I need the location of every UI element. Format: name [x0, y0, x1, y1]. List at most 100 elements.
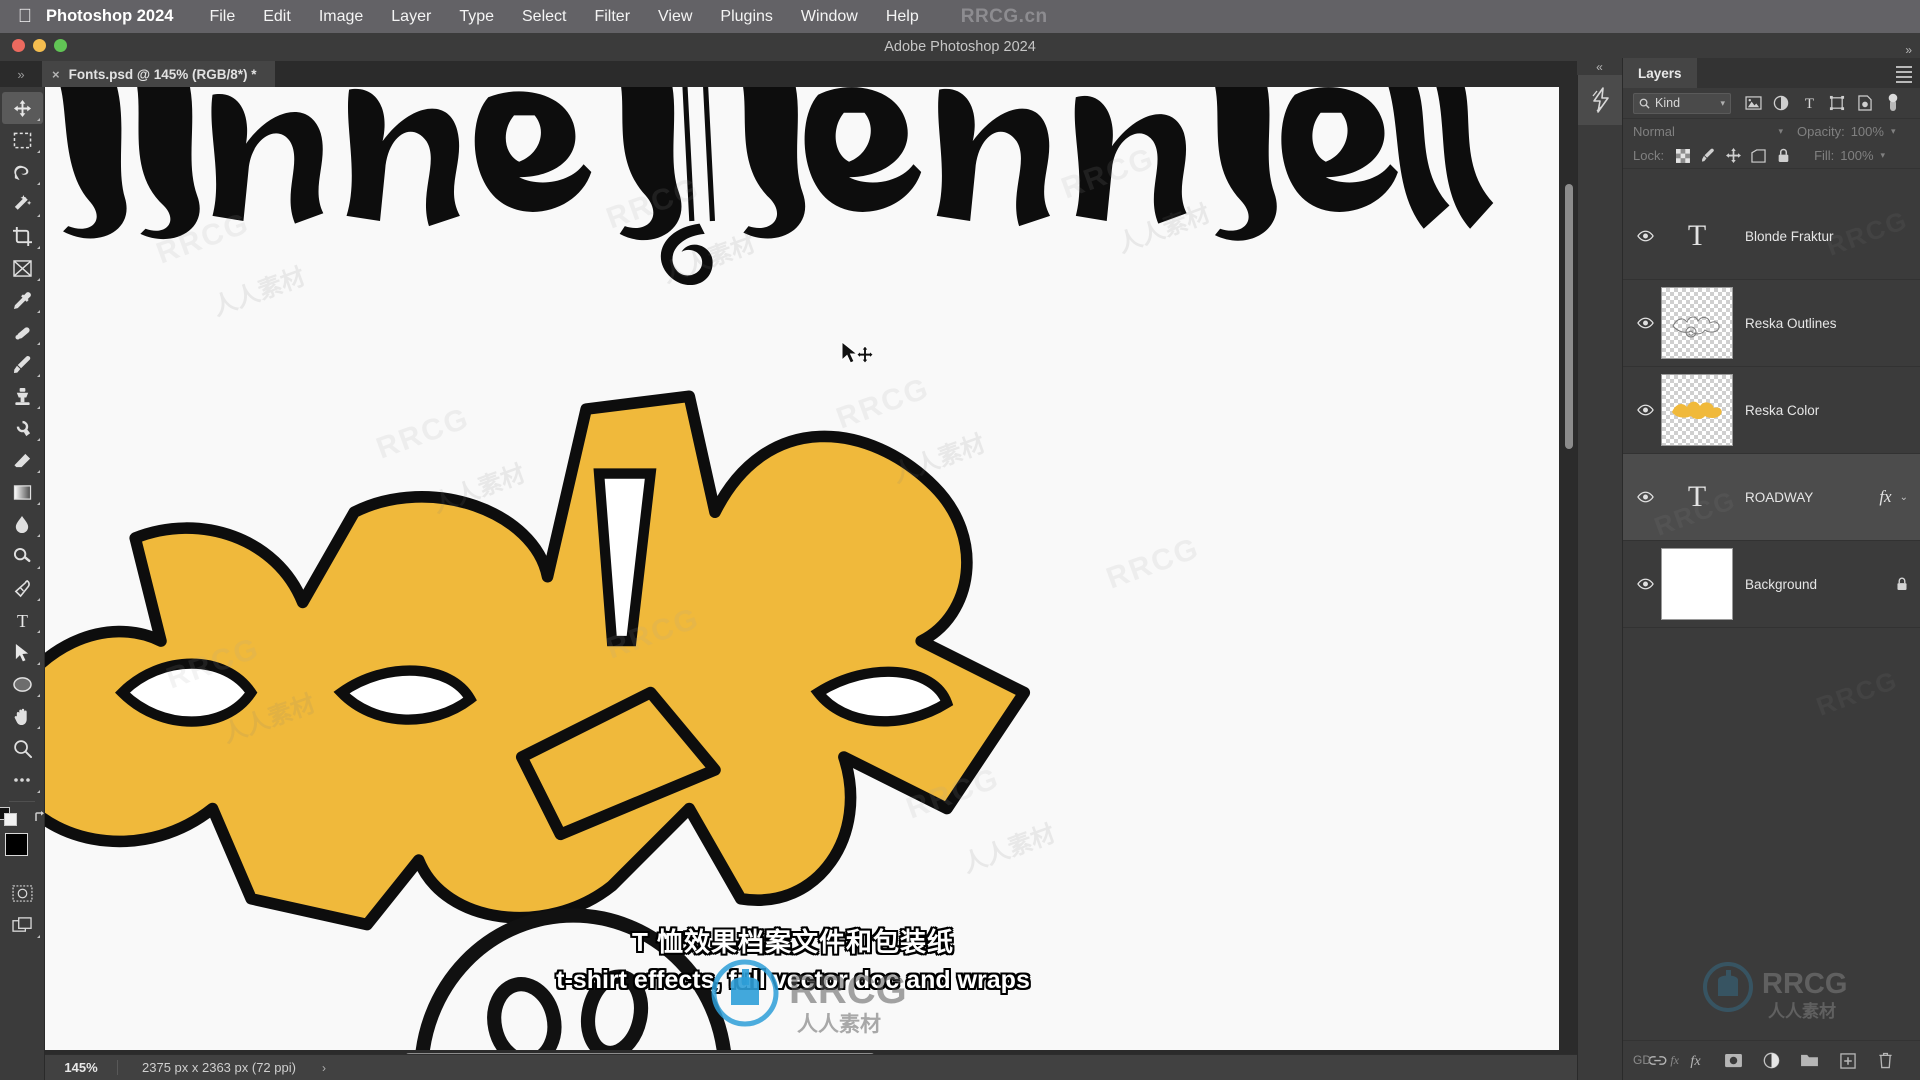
menu-filter[interactable]: Filter — [580, 8, 644, 26]
lock-transparent-pixels[interactable] — [1672, 146, 1694, 166]
menu-layer[interactable]: Layer — [377, 8, 445, 26]
magic-wand-tool[interactable] — [2, 188, 43, 220]
filter-smart-objects[interactable] — [1851, 91, 1879, 115]
blend-mode-select[interactable]: Normal ▾ — [1633, 124, 1783, 139]
delete-layer-button[interactable] — [1875, 1050, 1897, 1072]
layer-thumbnail[interactable]: T — [1661, 461, 1733, 533]
fx-icon[interactable]: fx — [1879, 487, 1891, 507]
filter-adjustment-layers[interactable] — [1767, 91, 1795, 115]
clone-stamp-tool[interactable] — [2, 380, 43, 412]
default-colors-icon[interactable] — [0, 807, 27, 826]
layer-name[interactable]: Reska Outlines — [1745, 316, 1837, 331]
new-adjustment-layer-button[interactable] — [1761, 1050, 1783, 1072]
tab-layers[interactable]: Layers — [1623, 58, 1697, 88]
new-group-button[interactable] — [1799, 1050, 1821, 1072]
move-tool[interactable] — [1, 92, 43, 124]
crop-tool[interactable] — [2, 220, 43, 252]
menu-select[interactable]: Select — [508, 8, 580, 26]
layer-row[interactable]: Background — [1623, 541, 1920, 628]
layer-visibility-toggle[interactable] — [1631, 317, 1659, 329]
menu-view[interactable]: View — [644, 8, 706, 26]
document-tab[interactable]: × Fonts.psd @ 145% (RGB/8*) * — [42, 61, 276, 87]
menu-edit[interactable]: Edit — [249, 8, 305, 26]
layer-row[interactable]: T Blonde Fraktur — [1623, 193, 1920, 280]
layer-name[interactable]: Blonde Fraktur — [1745, 229, 1834, 244]
chevron-down-icon[interactable]: ⌄ — [1900, 492, 1908, 503]
layer-visibility-toggle[interactable] — [1631, 578, 1659, 590]
document-canvas[interactable]: RRCG 人人素材 RRCG 人人素材 RRCG 人人素材 RRCG 人人素材 … — [45, 87, 1559, 1050]
layer-thumbnail[interactable] — [1661, 548, 1733, 620]
layer-style-button[interactable]: fx — [1685, 1050, 1707, 1072]
close-button[interactable] — [12, 39, 25, 52]
filter-pixel-layers[interactable] — [1739, 91, 1767, 115]
layer-name[interactable]: Background — [1745, 577, 1817, 592]
edit-toolbar-button[interactable] — [2, 764, 43, 796]
brush-tool[interactable] — [2, 348, 43, 380]
discover-panel-button[interactable] — [1578, 75, 1623, 125]
layer-thumbnail[interactable] — [1661, 374, 1733, 446]
path-selection-tool[interactable] — [2, 636, 43, 668]
panel-expand-button[interactable]: » — [1905, 43, 1912, 57]
layer-row[interactable]: Reska Outlines — [1623, 280, 1920, 367]
menu-help[interactable]: Help — [872, 8, 933, 26]
ellipse-shape-tool[interactable] — [2, 668, 43, 700]
opacity-chevron-icon[interactable]: ▾ — [1891, 126, 1896, 137]
panels-collapse-button[interactable]: « — [1577, 58, 1622, 75]
close-icon[interactable]: × — [52, 67, 60, 82]
menu-plugins[interactable]: Plugins — [706, 8, 786, 26]
layer-name[interactable]: ROADWAY — [1745, 490, 1813, 505]
add-layer-mask-button[interactable] — [1723, 1050, 1745, 1072]
filter-toggle[interactable] — [1879, 91, 1907, 115]
panel-menu-icon[interactable] — [1896, 66, 1912, 86]
mac-app-name[interactable]: Photoshop 2024 — [46, 7, 173, 26]
layer-visibility-toggle[interactable] — [1631, 230, 1659, 242]
chevron-down-icon[interactable]: ▾ — [1720, 98, 1725, 109]
apple-logo-icon[interactable]:  — [12, 7, 38, 26]
layer-name[interactable]: Reska Color — [1745, 403, 1819, 418]
lock-all[interactable] — [1772, 146, 1794, 166]
zoom-level[interactable]: 145% — [45, 1060, 117, 1075]
blur-tool[interactable] — [2, 508, 43, 540]
color-swatches[interactable] — [3, 831, 41, 871]
fill-value[interactable]: 100% — [1840, 148, 1873, 163]
frame-tool[interactable] — [2, 252, 43, 284]
type-tool[interactable]: T — [2, 604, 43, 636]
vertical-scroll-thumb[interactable] — [1565, 184, 1573, 449]
marquee-tool[interactable] — [2, 124, 43, 156]
hand-tool[interactable] — [2, 700, 43, 732]
layer-thumbnail[interactable]: T — [1661, 200, 1733, 272]
new-layer-button[interactable] — [1837, 1050, 1859, 1072]
opacity-value[interactable]: 100% — [1851, 124, 1884, 139]
minimize-button[interactable] — [33, 39, 46, 52]
dodge-tool[interactable] — [2, 540, 43, 572]
canvas-vertical-scrollbar[interactable] — [1562, 89, 1575, 1048]
status-expand-arrow[interactable]: › — [296, 1061, 326, 1075]
lasso-tool[interactable] — [2, 156, 43, 188]
menu-file[interactable]: File — [195, 8, 249, 26]
lock-image-pixels[interactable] — [1697, 146, 1719, 166]
screen-mode-button[interactable] — [2, 909, 43, 941]
lock-artboard-nesting[interactable] — [1747, 146, 1769, 166]
spot-healing-brush-tool[interactable] — [2, 316, 43, 348]
filter-shape-layers[interactable] — [1823, 91, 1851, 115]
filter-kind-select[interactable]: Kind ▾ — [1633, 92, 1731, 114]
quick-mask-button[interactable] — [2, 877, 43, 909]
layer-row[interactable]: T ROADWAY fx ⌄ — [1623, 454, 1920, 541]
menu-image[interactable]: Image — [305, 8, 377, 26]
layer-visibility-toggle[interactable] — [1631, 491, 1659, 503]
menu-type[interactable]: Type — [445, 8, 508, 26]
eraser-tool[interactable] — [2, 444, 43, 476]
options-expand-icon[interactable]: » — [0, 61, 42, 87]
foreground-color-swatch[interactable] — [5, 833, 28, 856]
eyedropper-tool[interactable] — [2, 284, 43, 316]
lock-position[interactable] — [1722, 146, 1744, 166]
gradient-tool[interactable] — [2, 476, 43, 508]
fill-chevron-icon[interactable]: ▾ — [1881, 150, 1886, 161]
zoom-tool[interactable] — [2, 732, 43, 764]
layer-thumbnail[interactable] — [1661, 287, 1733, 359]
menu-window[interactable]: Window — [787, 8, 872, 26]
layer-row[interactable]: Reska Color — [1623, 367, 1920, 454]
chevron-down-icon[interactable]: ▾ — [1778, 126, 1783, 137]
filter-type-layers[interactable]: T — [1795, 91, 1823, 115]
history-brush-tool[interactable] — [2, 412, 43, 444]
